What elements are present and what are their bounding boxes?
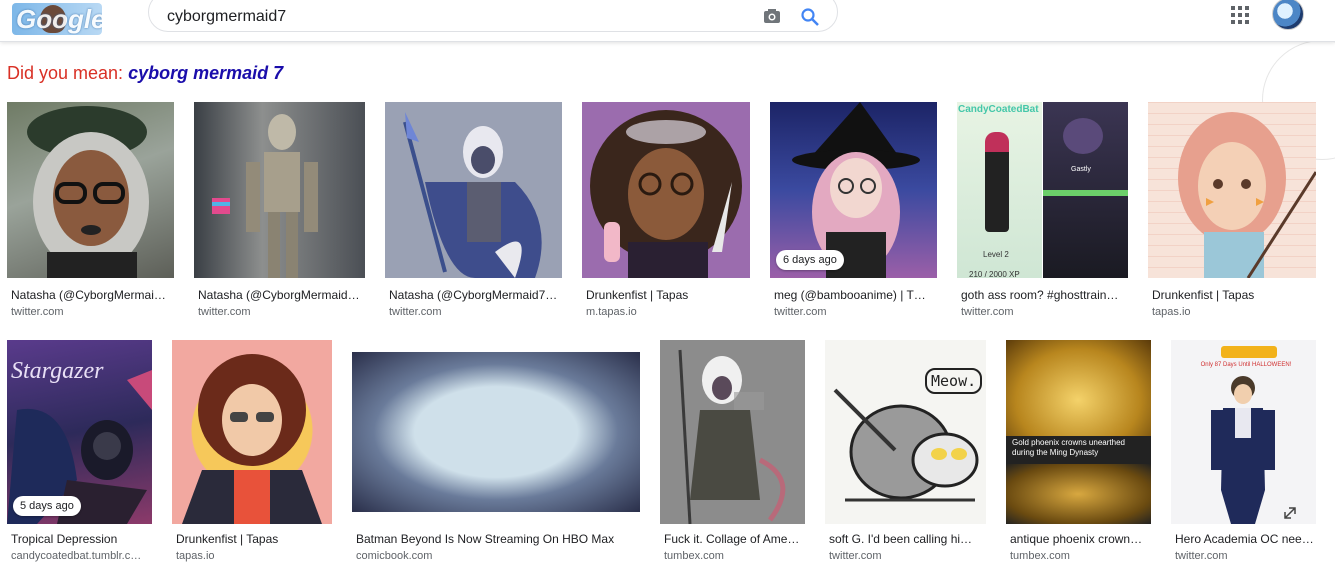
result-title[interactable]: Hero Academia OC nee… [1175,532,1315,546]
crown-bottom [1006,464,1151,524]
image-result[interactable]: Meow. soft G. I'd been calling hi… twitt… [825,340,986,572]
search-input[interactable] [167,5,727,29]
result-source[interactable]: tumbex.com [1010,550,1150,562]
result-source[interactable]: twitter.com [829,550,985,562]
result-thumbnail[interactable] [172,340,332,524]
image-text: Gastly [1071,166,1091,173]
result-thumbnail[interactable] [385,102,562,278]
top-bar: Google [0,0,1335,42]
result-title[interactable]: goth ass room? #ghosttrain… [961,288,1127,302]
result-source[interactable]: tapas.io [1152,306,1315,318]
result-title[interactable]: Batman Beyond Is Now Streaming On HBO Ma… [356,532,639,546]
drow-collage-image [678,349,786,524]
result-title[interactable]: Drunkenfist | Tapas [176,532,331,546]
image-text: Gold phoenix crowns unearthed during the… [1012,438,1125,457]
result-source[interactable]: m.tapas.io [586,306,749,318]
image-result[interactable]: CandyCoatedBat Level 2 210 / 2000 XP Gas… [957,102,1128,320]
image-result[interactable]: Fuck it. Collage of Ame… tumbex.com [660,340,805,572]
result-source[interactable]: tumbex.com [664,550,804,562]
result-source[interactable]: tapas.io [176,550,331,562]
result-source[interactable]: twitter.com [198,306,364,318]
result-thumbnail[interactable] [660,340,805,524]
result-title[interactable]: Fuck it. Collage of Ame… [664,532,804,546]
result-thumbnail[interactable]: CandyCoatedBat Level 2 210 / 2000 XP Gas… [957,102,1128,278]
image-result[interactable]: Gold phoenix crowns unearthed during the… [1006,340,1151,572]
result-title[interactable]: antique phoenix crown… [1010,532,1150,546]
terminator-endoskeleton-image [212,114,318,278]
result-thumbnail[interactable]: Meow. [825,340,986,524]
result-title[interactable]: soft G. I'd been calling hi… [829,532,985,546]
result-thumbnail[interactable]: 6 days ago [770,102,937,278]
google-doodle-logo[interactable]: Google [12,3,102,35]
expand-icon[interactable] [1283,506,1297,520]
wavy-hair-girl-art-image [1178,112,1316,278]
result-title[interactable]: Drunkenfist | Tapas [586,288,749,302]
image-text: Meow. [925,368,983,394]
result-thumbnail[interactable] [7,102,174,278]
image-text: CandyCoatedBat [958,104,1039,115]
search-box [148,0,838,32]
result-source[interactable]: twitter.com [961,306,1127,318]
portrait-glasses-image [27,106,149,278]
image-result[interactable]: Natasha (@CyborgMermaid7… twitter.com [385,102,562,320]
image-result[interactable]: 6 days ago meg (@bambooanime) | T… twitt… [770,102,937,320]
result-source[interactable]: twitter.com [774,306,936,318]
spelling-suggestion-link[interactable]: cyborg mermaid 7 [128,63,283,83]
glasses-boy-art-image [182,354,322,524]
batman-image-bg [352,352,640,512]
result-thumbnail[interactable] [1148,102,1316,278]
recency-badge: 6 days ago [776,250,844,270]
result-title[interactable]: Drunkenfist | Tapas [1152,288,1315,302]
crown-top [1006,340,1151,436]
image-result[interactable]: Stargazer 5 days ago Tropical Depression… [7,340,152,572]
result-source[interactable]: comicbook.com [356,550,639,562]
result-thumbnail[interactable] [194,102,365,278]
result-thumbnail[interactable]: Gold phoenix crowns unearthed during the… [1006,340,1151,524]
result-title[interactable]: Natasha (@CyborgMermai… [11,288,173,302]
result-source[interactable]: twitter.com [389,306,561,318]
result-thumbnail[interactable] [582,102,750,278]
image-text: 210 / 2000 XP [969,270,1020,278]
search-icon[interactable] [800,7,820,27]
result-source[interactable]: twitter.com [11,306,173,318]
site-logo-banner [1221,346,1277,358]
result-source[interactable]: candycoatedbat.tumblr.c… [11,550,151,562]
camera-icon[interactable] [763,8,781,24]
drow-character-art-image [403,112,542,278]
image-result[interactable]: Drunkenfist | Tapas tapas.io [1148,102,1316,320]
green-panel [1043,190,1128,196]
recency-badge: 5 days ago [13,496,81,516]
result-thumbnail[interactable] [352,340,640,524]
gastly-sprite [1063,118,1103,154]
result-title[interactable]: meg (@bambooanime) | T… [774,288,936,302]
image-text: Only 87 Days Until HALLOWEEN! [1200,362,1292,368]
game-screenshot-right: Gastly [1043,102,1128,278]
curly-hair-girl-art-image [590,110,742,278]
image-result[interactable]: Only 87 Days Until HALLOWEEN! Hero Acade… [1171,340,1316,572]
game-screenshot-left: CandyCoatedBat Level 2 210 / 2000 XP [957,102,1042,278]
result-thumbnail[interactable]: Stargazer 5 days ago [7,340,152,524]
did-you-mean: Did you mean: cyborg mermaid 7 [7,63,284,83]
result-title[interactable]: Tropical Depression [11,532,151,546]
account-avatar[interactable] [1272,0,1304,30]
image-result[interactable]: Drunkenfist | Tapas tapas.io [172,340,332,572]
image-text: Level 2 [983,250,1009,259]
image-text: Stargazer [11,358,104,384]
result-source[interactable]: twitter.com [1175,550,1315,562]
apps-grid-icon[interactable] [1231,6,1249,24]
trainer-figure [985,132,1009,232]
result-thumbnail[interactable]: Only 87 Days Until HALLOWEEN! [1171,340,1316,524]
image-result[interactable]: Natasha (@CyborgMermaid… twitter.com [194,102,365,320]
image-result[interactable]: Natasha (@CyborgMermai… twitter.com [7,102,174,320]
image-result[interactable]: Drunkenfist | Tapas m.tapas.io [582,102,750,320]
result-title[interactable]: Natasha (@CyborgMermaid7… [389,288,561,302]
image-result[interactable]: Batman Beyond Is Now Streaming On HBO Ma… [352,340,640,572]
result-title[interactable]: Natasha (@CyborgMermaid… [198,288,364,302]
